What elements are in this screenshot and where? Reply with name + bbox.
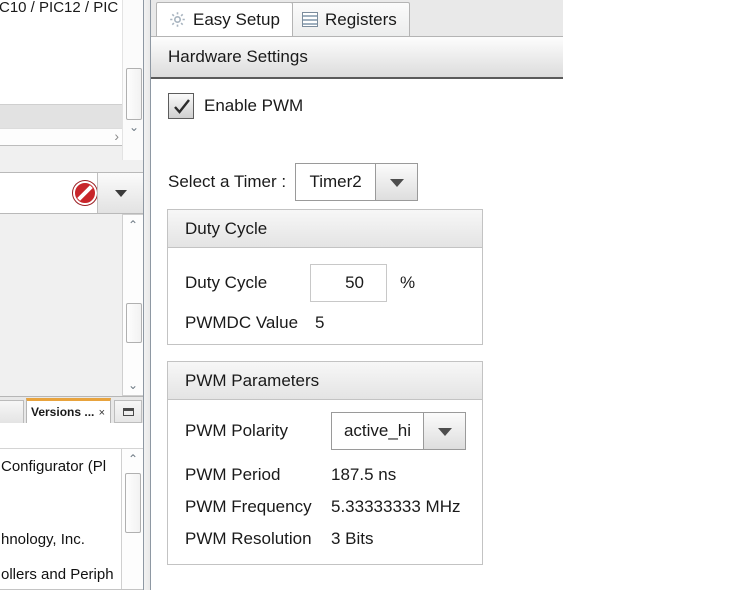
pwm-period-value: 187.5 ns (331, 465, 396, 485)
select-timer-row: Select a Timer : Timer2 (168, 163, 418, 201)
close-icon[interactable]: × (99, 404, 105, 423)
enable-pwm-checkbox[interactable] (168, 93, 194, 119)
tab-easy-setup-label: Easy Setup (193, 10, 280, 30)
scrollbar-thumb[interactable] (126, 68, 142, 120)
scroll-right-icon[interactable]: › (114, 128, 119, 144)
pwm-period-row: PWM Period 187.5 ns (185, 465, 396, 485)
device-combo-box[interactable] (0, 172, 144, 214)
device-list-panel[interactable]: C10 / PIC12 / PIC › (0, 0, 126, 146)
device-list-text: C10 / PIC12 / PIC (0, 0, 118, 16)
duty-cycle-group-title: Duty Cycle (185, 219, 267, 239)
select-timer-dropdown-button[interactable] (375, 163, 418, 201)
pwm-resolution-label: PWM Resolution (185, 529, 331, 549)
gear-icon (169, 11, 186, 28)
chevron-down-icon (390, 179, 404, 187)
select-timer-value[interactable]: Timer2 (295, 163, 375, 201)
pwm-polarity-dropdown[interactable]: active_hi (331, 412, 466, 450)
pwmdc-label: PWMDC Value (185, 313, 315, 333)
duty-cycle-row: Duty Cycle 50 % (185, 264, 415, 302)
pwm-resolution-value: 3 Bits (331, 529, 374, 549)
duty-cycle-input[interactable]: 50 (310, 264, 387, 302)
pwm-parameters-group-title: PWM Parameters (185, 371, 319, 391)
pwm-resolution-row: PWM Resolution 3 Bits (185, 529, 374, 549)
horizontal-scrollbar[interactable]: › (0, 128, 123, 145)
chevron-down-icon (115, 190, 127, 197)
list-icon (302, 12, 318, 27)
enable-pwm-row[interactable]: Enable PWM (168, 93, 303, 119)
scroll-down-icon[interactable]: ⌄ (123, 120, 145, 134)
pwm-parameters-group-header: PWM Parameters (168, 362, 482, 400)
tab-versions[interactable]: Versions ... × (26, 398, 111, 424)
duty-cycle-unit: % (400, 273, 415, 293)
duty-cycle-group-header: Duty Cycle (168, 210, 482, 248)
enable-pwm-label: Enable PWM (204, 96, 303, 116)
output-line: Configurator (Pl (1, 458, 106, 475)
hardware-settings-header: Hardware Settings (151, 37, 563, 79)
pwm-polarity-label: PWM Polarity (185, 421, 331, 441)
middle-vertical-scrollbar[interactable]: ⌃ ⌄ (122, 214, 144, 396)
scroll-up-icon[interactable]: ⌃ (122, 452, 144, 466)
bottom-window-tabstrip: Versions ... × (0, 396, 146, 425)
pwm-frequency-row: PWM Frequency 5.33333333 MHz (185, 497, 460, 517)
pwm-polarity-value[interactable]: active_hi (331, 412, 423, 450)
pwm-polarity-dropdown-button[interactable] (423, 412, 466, 450)
pwm-polarity-row: PWM Polarity active_hi (185, 412, 466, 450)
select-timer-dropdown[interactable]: Timer2 (295, 163, 418, 201)
duty-cycle-group: Duty Cycle Duty Cycle 50 % PWMDC Value 5 (167, 209, 483, 345)
pwm-parameters-group: PWM Parameters PWM Polarity active_hi PW… (167, 361, 483, 565)
combo-dropdown-button[interactable] (97, 173, 143, 213)
versions-output-panel[interactable]: Configurator (Pl hnology, Inc. ollers an… (0, 423, 146, 590)
panel-splitter[interactable] (143, 0, 151, 590)
output-line: hnology, Inc. (1, 531, 85, 548)
scroll-down-icon[interactable]: ⌄ (123, 378, 143, 392)
select-timer-label: Select a Timer : (168, 172, 286, 192)
scrollbar-thumb[interactable] (126, 303, 142, 343)
tab-registers[interactable]: Registers (289, 2, 410, 36)
output-line: ollers and Periph (1, 566, 114, 583)
tabstrip: Easy Setup Registers (151, 0, 563, 36)
minimize-window-button[interactable] (114, 400, 142, 423)
pwm-frequency-value: 5.33333333 MHz (331, 497, 460, 517)
left-ide-chrome: C10 / PIC12 / PIC › ⌄ ⌃ ⌄ Versions ... × (0, 0, 150, 590)
tab-versions-label: Versions ... (31, 405, 94, 419)
tab-registers-label: Registers (325, 10, 397, 30)
scrollbar-thumb[interactable] (125, 473, 141, 533)
tab-inactive[interactable] (0, 400, 24, 423)
content-area: Hardware Settings Enable PWM Select a Ti… (151, 36, 563, 590)
pwm-frequency-label: PWM Frequency (185, 497, 331, 517)
pwmdc-value-row: PWMDC Value 5 (185, 313, 324, 333)
checkmark-icon (172, 97, 192, 117)
scroll-up-icon[interactable]: ⌃ (123, 218, 143, 232)
pwm-period-label: PWM Period (185, 465, 331, 485)
hardware-settings-label: Hardware Settings (168, 47, 308, 67)
pwm-configuration-panel: Easy Setup Registers Hardware Settings E… (151, 0, 563, 590)
tab-easy-setup[interactable]: Easy Setup (156, 2, 293, 36)
minimize-icon (123, 408, 134, 416)
pwmdc-value: 5 (315, 313, 324, 333)
output-vertical-scrollbar[interactable]: ⌃ (121, 449, 144, 590)
prohibited-icon (73, 181, 95, 203)
chevron-down-icon (438, 428, 452, 436)
duty-cycle-label: Duty Cycle (185, 273, 310, 293)
